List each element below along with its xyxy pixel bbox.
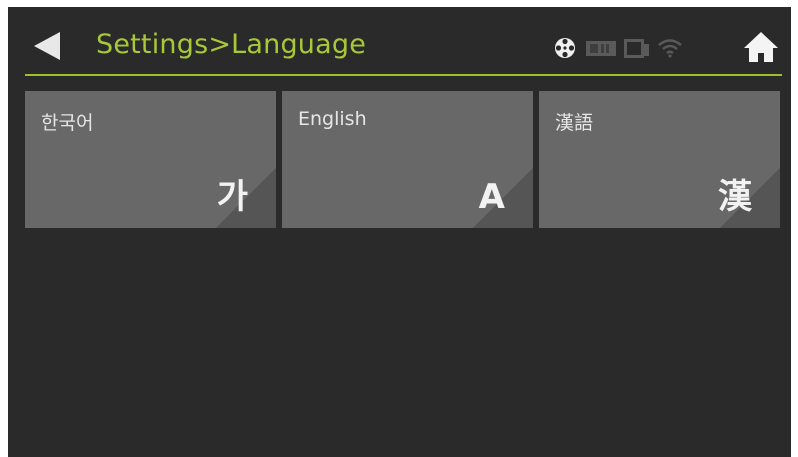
header-bar: Settings>Language	[8, 7, 791, 77]
page-title: Settings>Language	[96, 29, 367, 60]
disc-icon	[554, 37, 576, 59]
card-slot-icon	[586, 41, 616, 56]
header-divider	[25, 74, 782, 76]
language-glyph: 가	[216, 177, 248, 217]
back-button[interactable]	[30, 31, 64, 61]
language-settings-screen: Settings>Language 한국어 가 English A 漢語 漢	[8, 7, 791, 457]
home-icon	[743, 31, 779, 63]
home-button[interactable]	[743, 31, 779, 63]
language-tile-english[interactable]: English A	[282, 91, 533, 228]
wifi-icon	[658, 38, 682, 58]
device-icon	[624, 39, 650, 58]
language-tile-chinese[interactable]: 漢語 漢	[539, 91, 780, 228]
language-label: 한국어	[41, 112, 94, 134]
language-tile-korean[interactable]: 한국어 가	[25, 91, 276, 228]
language-label: 漢語	[555, 112, 594, 134]
language-label: English	[298, 108, 367, 130]
language-glyph: 漢	[718, 177, 752, 217]
back-arrow-icon	[30, 31, 64, 61]
language-tiles: 한국어 가 English A 漢語 漢	[25, 91, 780, 228]
language-glyph: A	[478, 177, 505, 217]
